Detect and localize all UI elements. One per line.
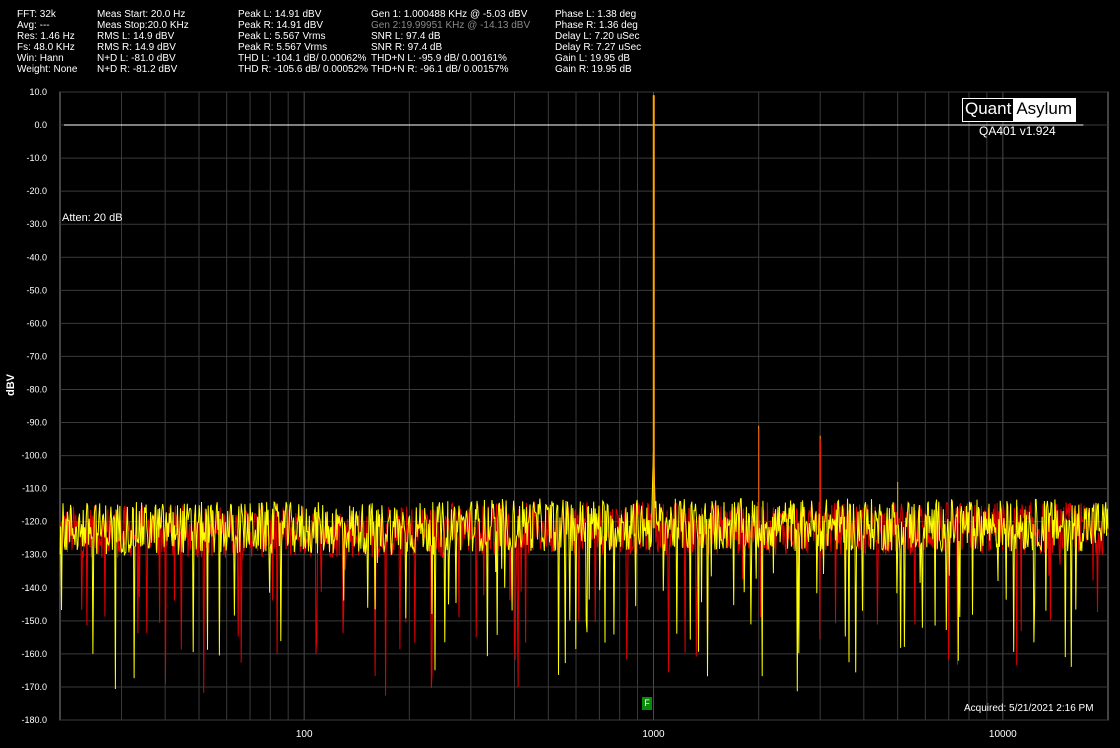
acquired-timestamp: Acquired: 5/21/2021 2:16 PM [964,703,1094,714]
y-tick-label: -60.0 [26,318,47,328]
y-tick-label: 0.0 [34,120,47,130]
x-tick-label: 100 [296,729,313,740]
y-tick-label: -70.0 [26,351,47,361]
y-tick-label: -110.0 [22,484,47,494]
y-tick-label: -20.0 [26,186,47,196]
y-tick-label: 10.0 [29,87,47,97]
version-label: QA401 v1.924 [979,124,1056,138]
y-tick-label: -30.0 [26,219,47,229]
y-tick-label: -180.0 [21,715,47,725]
y-tick-label: -100.0 [21,451,47,461]
x-tick-label: 10000 [989,729,1017,740]
y-tick-label: -150.0 [21,616,47,626]
quantasylum-logo: Quant Asylum [962,98,1077,122]
y-tick-label: -50.0 [26,285,47,295]
fundamental-marker[interactable]: F [642,697,652,710]
y-axis-label: dBV [5,374,17,396]
y-tick-label: -120.0 [21,517,47,527]
y-tick-label: -80.0 [26,384,47,394]
logo-part2: Asylum [1013,99,1076,121]
atten-label: Atten: 20 dB [62,212,123,224]
logo-part1: Quant [963,99,1014,121]
y-tick-label: -130.0 [21,550,47,560]
y-tick-label: -10.0 [26,153,47,163]
y-tick-label: -40.0 [26,252,47,262]
x-tick-label: 1000 [642,729,665,740]
y-tick-label: -170.0 [21,682,47,692]
y-tick-label: -160.0 [21,649,47,659]
plot-frame [59,91,1109,721]
y-tick-label: -140.0 [21,583,47,593]
spectrum-plot[interactable]: 10.0 0.0 -10.0 -20.0 -30.0 -40.0 -50.0 -60.0 -70… [0,0,1120,748]
y-tick-label: -90.0 [26,418,47,428]
